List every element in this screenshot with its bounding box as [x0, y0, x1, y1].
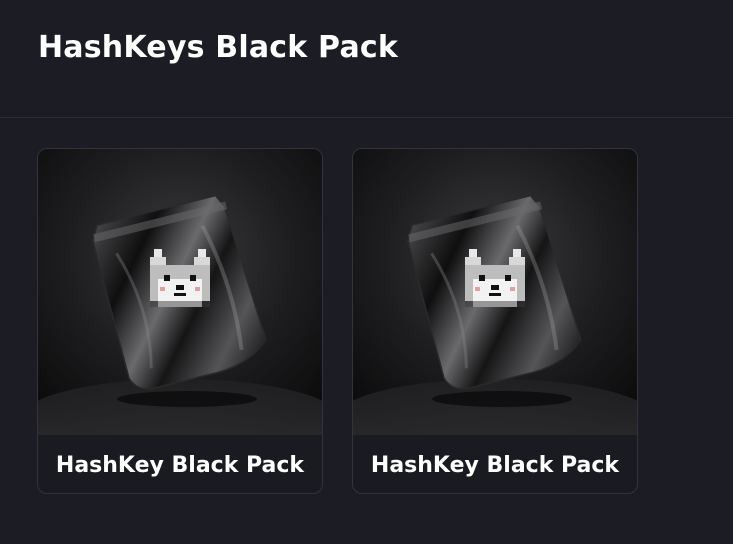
black-pack-wolf-icon: [38, 149, 322, 435]
pack-card[interactable]: HashKey Black Pack: [37, 148, 323, 494]
page-title: HashKeys Black Pack: [38, 30, 399, 65]
page-header: HashKeys Black Pack: [0, 0, 733, 118]
black-pack-wolf-icon: [353, 149, 637, 435]
pack-card-title: HashKey Black Pack: [370, 452, 620, 478]
pack-grid: HashKey Black Pack HashKey Black Pack: [37, 148, 638, 494]
pack-card[interactable]: HashKey Black Pack: [352, 148, 638, 494]
pack-card-title: HashKey Black Pack: [55, 452, 305, 478]
